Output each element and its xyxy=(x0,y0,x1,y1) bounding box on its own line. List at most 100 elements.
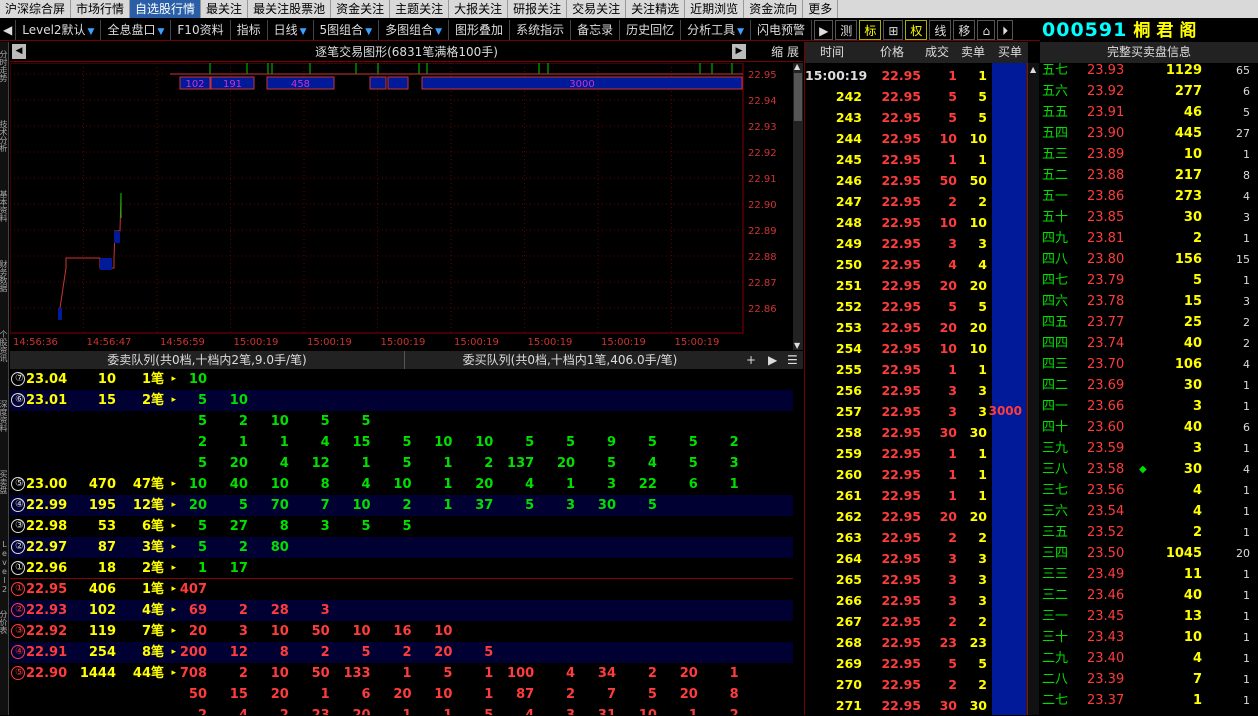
top-menu-item-3[interactable]: 最关注 xyxy=(201,0,249,18)
queue-volume: 195 xyxy=(88,498,116,513)
top-menu-item-5[interactable]: 资金关注 xyxy=(331,0,391,18)
scroll-down-arrow-icon[interactable]: ▼ xyxy=(794,342,802,350)
chevron-down-icon[interactable]: ▼ xyxy=(157,27,164,37)
toolbar-item-6[interactable]: 多图组合 ▼ xyxy=(379,19,450,40)
top-menu-item-2[interactable]: 自选股行情 xyxy=(130,0,202,18)
toolbar-item-11[interactable]: 分析工具 ▼ xyxy=(681,19,752,40)
toolbar-item-12[interactable]: 闪电预警 xyxy=(751,19,813,40)
queue-order: 28 xyxy=(270,603,289,618)
side-tab-6[interactable]: 买卖盘 xyxy=(0,470,9,534)
book-volume: 273 xyxy=(1174,189,1202,204)
queue-order: 30 xyxy=(597,498,616,513)
book-count: 1 xyxy=(1243,148,1250,161)
top-menu-item-6[interactable]: 主题关注 xyxy=(390,0,450,18)
tick-price: 22.95 xyxy=(881,173,921,188)
tick-sell: 20 xyxy=(969,320,987,335)
book-row: 二七 23.37 1 1 xyxy=(1040,690,1258,711)
chart-scroll-left-button[interactable]: ◀ xyxy=(12,44,26,59)
top-menu-item-4[interactable]: 最关注股票池 xyxy=(248,0,332,18)
queue-menu-icon[interactable]: ☰ xyxy=(787,351,798,369)
queue-order: 4 xyxy=(208,705,248,715)
book-level: 四三 xyxy=(1042,357,1069,372)
top-menu-item-11[interactable]: 近期浏览 xyxy=(685,0,745,18)
chart-scroll-right-button[interactable]: ▶ xyxy=(732,44,746,59)
book-price: 23.78 xyxy=(1087,294,1125,309)
book-price: 23.81 xyxy=(1087,231,1125,246)
scroll-thumb[interactable] xyxy=(794,73,802,121)
chart-vertical-scrollbar[interactable]: ▲ ▼ xyxy=(793,63,803,350)
toolbar-left-arrow[interactable]: ◀ xyxy=(0,19,17,40)
time-tick-label: 14:56:47 xyxy=(87,337,132,348)
top-menu-item-7[interactable]: 大报关注 xyxy=(449,0,509,18)
book-row: 五六 23.92 277 6 xyxy=(1040,81,1258,102)
top-menu-item-10[interactable]: 关注精选 xyxy=(626,0,686,18)
scroll-up-arrow-icon[interactable]: ▲ xyxy=(794,63,802,71)
toolbar-item-3[interactable]: 指标 xyxy=(231,19,268,40)
top-menu-item-12[interactable]: 资金流向 xyxy=(744,0,804,18)
toolbar-item-8[interactable]: 系统指示 xyxy=(510,19,572,40)
tick-price: 22.95 xyxy=(881,152,921,167)
queue-volume: 470 xyxy=(88,477,116,492)
top-menu-item-13[interactable]: 更多 xyxy=(803,0,839,18)
side-tab-7[interactable]: Level2 xyxy=(0,540,9,604)
queue-order: 10 xyxy=(434,435,453,450)
toolbar-button-5[interactable]: 线 xyxy=(929,19,952,40)
chevron-down-icon[interactable]: ▼ xyxy=(300,27,307,37)
toolbar-item-label: Level2默认 xyxy=(22,22,86,37)
tick-price: 22.95 xyxy=(881,257,921,272)
side-tab-1[interactable]: 技术分析 xyxy=(0,120,9,184)
volume-box-label: 458 xyxy=(291,79,310,90)
side-tab-0[interactable]: 分时走势 xyxy=(0,50,9,114)
tick-sell: 5 xyxy=(978,89,987,104)
book-level: 五五 xyxy=(1042,105,1069,120)
tick-volume: 3 xyxy=(948,383,957,398)
toolbar-button-3[interactable]: ⊞ xyxy=(883,19,904,40)
toolbar-button-8[interactable]: ⏵ xyxy=(997,19,1014,40)
top-menu-item-0[interactable]: 沪深综合屏 xyxy=(0,0,72,18)
tick-scroll-up-icon[interactable]: ▲ xyxy=(1030,65,1036,74)
side-tab-4[interactable]: 个股资讯 xyxy=(0,330,9,394)
book-volume: 2 xyxy=(1192,525,1202,540)
toolbar-item-5[interactable]: 5图组合 ▼ xyxy=(314,19,380,40)
toolbar-button-2[interactable]: 标 xyxy=(859,19,882,40)
chevron-down-icon[interactable]: ▼ xyxy=(435,27,442,37)
toolbar-item-2[interactable]: F10资料 xyxy=(171,19,231,40)
toolbar-button-7[interactable]: ⌂ xyxy=(977,19,996,40)
toolbar-item-9[interactable]: 备忘录 xyxy=(571,19,621,40)
chevron-down-icon[interactable]: ▼ xyxy=(737,27,744,37)
toolbar-item-0[interactable]: Level2默认 ▼ xyxy=(16,19,102,40)
side-tab-5[interactable]: 深度资料 xyxy=(0,400,9,464)
top-menu-item-9[interactable]: 交易关注 xyxy=(567,0,627,18)
toolbar-item-1[interactable]: 全息盘口 ▼ xyxy=(101,19,172,40)
top-menu-item-1[interactable]: 市场行情 xyxy=(71,0,131,18)
volume-box xyxy=(369,76,387,90)
queue-play-icon[interactable]: ▶ xyxy=(768,351,777,369)
toolbar-item-4[interactable]: 日线 ▼ xyxy=(268,19,314,40)
queue-order: 10 xyxy=(229,393,248,408)
tick-scrollbar[interactable]: ▲ xyxy=(1027,63,1039,715)
tick-time: 254 xyxy=(835,341,862,356)
side-tab-3[interactable]: 财务数据 xyxy=(0,260,9,324)
level-badge: ⑥ xyxy=(11,393,25,407)
side-tab-2[interactable]: 基本资料 xyxy=(0,190,9,254)
queue-order: 20 xyxy=(270,687,289,702)
toolbar-button-1[interactable]: 测 xyxy=(835,19,858,40)
book-count: 1 xyxy=(1243,568,1250,581)
queue-price: 23.01 xyxy=(26,393,68,408)
side-tab-8[interactable]: 分价表 xyxy=(0,610,9,674)
toolbar-button-0[interactable]: ▶ xyxy=(814,19,834,40)
toolbar-button-4[interactable]: 权 xyxy=(905,19,928,40)
chart-zoom-buttons[interactable]: 缩 展 xyxy=(771,42,799,62)
top-menu-item-8[interactable]: 研报关注 xyxy=(508,0,568,18)
chevron-down-icon[interactable]: ▼ xyxy=(365,27,372,37)
toolbar-item-10[interactable]: 历史回忆 xyxy=(620,19,682,40)
queue-order: 20 xyxy=(679,687,698,702)
queue-order: 10 xyxy=(270,477,289,492)
queue-order: 708 xyxy=(179,666,207,681)
chevron-down-icon[interactable]: ▼ xyxy=(88,27,95,37)
queue-add-icon[interactable]: + xyxy=(746,351,756,369)
book-volume: 30 xyxy=(1183,462,1202,477)
book-level: 四一 xyxy=(1042,399,1069,414)
toolbar-button-6[interactable]: 移 xyxy=(953,19,976,40)
toolbar-item-7[interactable]: 图形叠加 xyxy=(449,19,511,40)
